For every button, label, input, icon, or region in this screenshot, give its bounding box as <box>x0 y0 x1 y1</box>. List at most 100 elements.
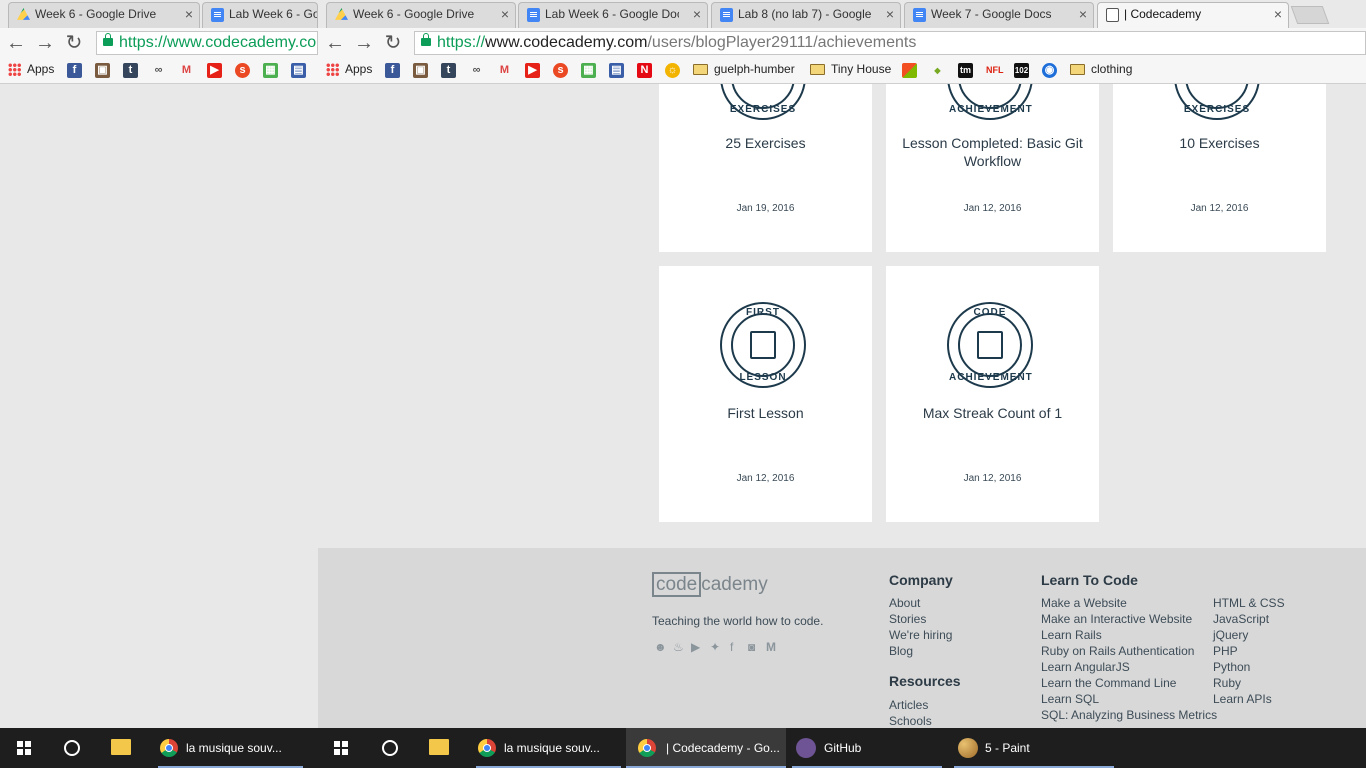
facebook-icon[interactable]: f <box>67 63 82 78</box>
stumbleupon-icon[interactable]: s <box>553 63 568 78</box>
footer-link-language[interactable]: PHP <box>1213 644 1238 658</box>
bookmark-folder-clothing[interactable]: clothing <box>1091 62 1132 76</box>
windows-icon[interactable] <box>902 63 917 78</box>
video-icon[interactable]: ▤ <box>291 63 306 78</box>
bookmark-folder-guelph-humber[interactable]: guelph-humber <box>714 62 795 76</box>
footer-link-learn[interactable]: Learn Rails <box>1041 628 1102 642</box>
instagram-icon[interactable]: ◙ <box>748 640 755 654</box>
footer-link-language[interactable]: Learn APIs <box>1213 692 1272 706</box>
link-icon[interactable]: ∞ <box>151 63 166 78</box>
address-bar-left[interactable]: https://www.codecademy.co <box>96 31 318 55</box>
footer-link-language[interactable]: JavaScript <box>1213 612 1269 626</box>
tab-lab-week6[interactable]: Lab Week 6 - Go <box>202 2 318 28</box>
taskbar-item-active[interactable]: | Codecademy - Go... <box>626 728 786 768</box>
footer-link-learn[interactable]: Learn SQL <box>1041 692 1099 706</box>
windows-start-icon[interactable] <box>17 741 31 755</box>
instagram-icon[interactable]: ▣ <box>95 63 110 78</box>
achievement-card[interactable]: CODE ACHIEVEMENT Max Streak Count of 1 J… <box>886 266 1099 522</box>
footer-link-learn[interactable]: Ruby on Rails Authentication <box>1041 644 1194 658</box>
file-explorer-icon[interactable] <box>111 739 131 755</box>
reload-icon[interactable]: ↻ <box>382 32 404 54</box>
back-icon[interactable]: ← <box>324 32 346 54</box>
footer-link-learn[interactable]: Make an Interactive Website <box>1041 612 1192 626</box>
bookmarks-bar: Apps f ▣ t ∞ M ▶ s ▦ ▤ Apps f ▣ t ∞ M ▶ … <box>0 58 1366 84</box>
reload-icon[interactable]: ↻ <box>63 32 85 54</box>
footer-link-hiring[interactable]: We're hiring <box>889 628 952 642</box>
windows-start-icon[interactable] <box>334 741 348 755</box>
footer-link-language[interactable]: Ruby <box>1213 676 1241 690</box>
instagram-icon[interactable]: ▣ <box>413 63 428 78</box>
forward-icon[interactable]: → <box>353 32 375 54</box>
tab-week6-drive[interactable]: Week 6 - Google Drive × <box>8 2 200 28</box>
tumblr-icon[interactable]: t <box>123 63 138 78</box>
nbc-icon[interactable]: ◆ <box>930 63 945 78</box>
footer-link-learn[interactable]: Learn the Command Line <box>1041 676 1176 690</box>
close-icon[interactable]: × <box>693 3 701 25</box>
reddit-icon[interactable]: ☻ <box>654 640 667 654</box>
footer-link-learn[interactable]: Make a Website <box>1041 596 1127 610</box>
tab-lab8[interactable]: Lab 8 (no lab 7) - Google D × <box>711 2 901 28</box>
achievement-card[interactable]: FIRST LESSON First Lesson Jan 12, 2016 <box>659 266 872 522</box>
globe-icon[interactable]: ◉ <box>1042 63 1057 78</box>
taskbar-item[interactable]: la musique souv... <box>158 728 303 768</box>
close-icon[interactable]: × <box>1079 3 1087 25</box>
achievement-card[interactable]: ACHIEVEMENT Lesson Completed: Basic Git … <box>886 84 1099 252</box>
achievement-card[interactable]: 10 EXERCISES 10 Exercises Jan 12, 2016 <box>1113 84 1326 252</box>
achievement-card[interactable]: 25 EXERCISES 25 Exercises Jan 19, 2016 <box>659 84 872 252</box>
stumbleupon-icon[interactable]: ♨ <box>673 640 684 654</box>
twitter-icon[interactable]: ✦ <box>710 640 720 654</box>
tm-icon[interactable]: tm <box>958 63 973 78</box>
tab-week6-drive-2[interactable]: Week 6 - Google Drive × <box>326 2 516 28</box>
close-icon[interactable]: × <box>501 3 509 25</box>
gmail-icon[interactable]: M <box>179 63 194 78</box>
footer-link-learn[interactable]: SQL: Analyzing Business Metrics <box>1041 708 1217 722</box>
file-explorer-icon[interactable] <box>429 739 449 755</box>
facebook-icon[interactable]: f <box>730 640 733 654</box>
cortana-icon[interactable] <box>382 740 398 756</box>
taskbar-item[interactable]: 5 - Paint <box>954 728 1114 768</box>
footer-link-stories[interactable]: Stories <box>889 612 926 626</box>
sheets-icon[interactable]: ▦ <box>263 63 278 78</box>
codecademy-logo[interactable]: code cademy <box>652 572 768 597</box>
new-tab-button[interactable] <box>1290 6 1330 24</box>
gmail-icon[interactable]: M <box>497 63 512 78</box>
footer-link-schools[interactable]: Schools <box>889 714 932 728</box>
footer-link-blog[interactable]: Blog <box>889 644 913 658</box>
close-icon[interactable]: × <box>1274 3 1282 25</box>
footer-link-about[interactable]: About <box>889 596 920 610</box>
footer-link-language[interactable]: jQuery <box>1213 628 1248 642</box>
tab-lab-week6-docs[interactable]: Lab Week 6 - Google Docs × <box>518 2 708 28</box>
bookmark-folder-tiny-house[interactable]: Tiny House <box>831 62 891 76</box>
stumbleupon-icon[interactable]: s <box>235 63 250 78</box>
nfl-icon[interactable]: NFL <box>986 63 1004 78</box>
tumblr-icon[interactable]: t <box>441 63 456 78</box>
netflix-icon[interactable]: N <box>637 63 652 78</box>
cortana-icon[interactable] <box>64 740 80 756</box>
youtube-icon[interactable]: ▶ <box>691 640 700 654</box>
resources-heading: Resources <box>889 673 961 689</box>
footer-link-language[interactable]: Python <box>1213 660 1250 674</box>
taskbar-item[interactable]: GitHub <box>792 728 942 768</box>
close-icon[interactable]: × <box>886 3 894 25</box>
radio-icon[interactable]: 102 <box>1014 63 1029 78</box>
video-icon[interactable]: ▤ <box>609 63 624 78</box>
footer-link-articles[interactable]: Articles <box>889 698 928 712</box>
youtube-icon[interactable]: ▶ <box>525 63 540 78</box>
sheets-icon[interactable]: ▦ <box>581 63 596 78</box>
taskbar-item[interactable]: la musique souv... <box>476 728 621 768</box>
tab-codecademy[interactable]: | Codecademy × <box>1097 2 1289 28</box>
forward-icon[interactable]: → <box>34 32 56 54</box>
close-icon[interactable]: × <box>185 3 193 25</box>
tab-week7-docs[interactable]: Week 7 - Google Docs × <box>904 2 1094 28</box>
youtube-icon[interactable]: ▶ <box>207 63 222 78</box>
footer-link-language[interactable]: HTML & CSS <box>1213 596 1285 610</box>
link-icon[interactable]: ∞ <box>469 63 484 78</box>
address-bar[interactable]: https://www.codecademy.com/users/blogPla… <box>414 31 1366 55</box>
facebook-icon[interactable]: f <box>385 63 400 78</box>
medium-icon[interactable]: M <box>766 640 776 654</box>
back-icon[interactable]: ← <box>5 32 27 54</box>
sun-icon[interactable]: ☼ <box>665 63 680 78</box>
bookmark-apps[interactable]: Apps <box>345 62 372 76</box>
footer-link-learn[interactable]: Learn AngularJS <box>1041 660 1130 674</box>
bookmark-apps[interactable]: Apps <box>27 62 54 76</box>
